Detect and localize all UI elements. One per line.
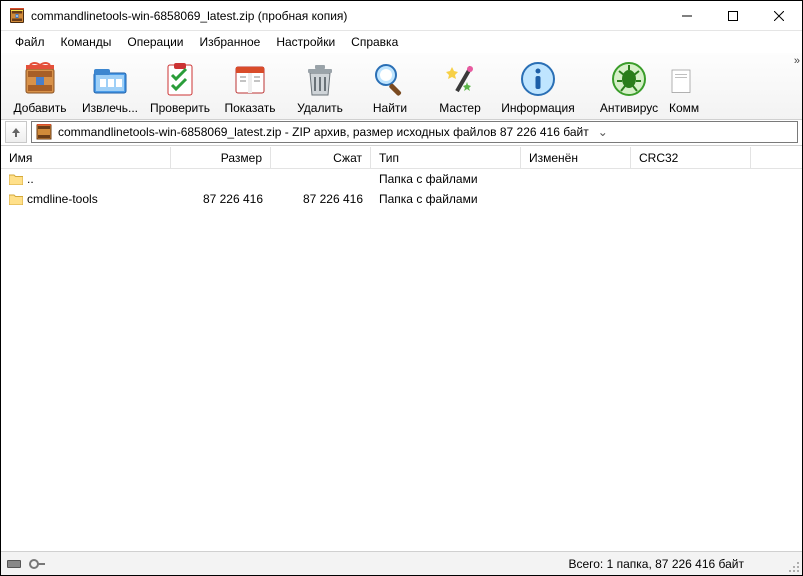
key-icon: [29, 558, 47, 570]
cell-type: Папка с файлами: [371, 192, 521, 206]
comment-icon: [669, 59, 699, 99]
view-icon: [230, 59, 270, 99]
folder-icon: [9, 173, 23, 185]
toolbar-extract-label: Извлечь...: [82, 101, 138, 115]
toolbar-add-label: Добавить: [13, 101, 66, 115]
toolbar-wizard-button[interactable]: Мастер: [425, 57, 495, 117]
app-icon: [9, 8, 25, 24]
address-dropdown-icon[interactable]: ⌄: [595, 125, 611, 139]
cell-size: 87 226 416: [171, 192, 271, 206]
status-bar: Всего: 1 папка, 87 226 416 байт: [1, 551, 802, 575]
menu-bar: Файл Команды Операции Избранное Настройк…: [1, 31, 802, 53]
toolbar: Добавить Извлечь... Проверить: [1, 53, 802, 120]
file-list: Имя Размер Сжат Тип Изменён CRC32 .. Пап…: [1, 146, 802, 551]
title-bar: commandlinetools-win-6858069_latest.zip …: [1, 1, 802, 31]
resize-grip-icon[interactable]: [784, 557, 802, 575]
antivirus-icon: [609, 59, 649, 99]
toolbar-comment-label: Комм: [669, 101, 699, 115]
toolbar-delete-button[interactable]: Удалить: [285, 57, 355, 117]
column-packed[interactable]: Сжат: [271, 147, 371, 168]
table-row[interactable]: cmdline-tools 87 226 416 87 226 416 Папк…: [1, 189, 802, 209]
file-name: cmdline-tools: [27, 192, 98, 206]
cell-packed: 87 226 416: [271, 192, 371, 206]
up-arrow-icon: [10, 126, 22, 138]
toolbar-find-button[interactable]: Найти: [355, 57, 425, 117]
minimize-button[interactable]: [664, 1, 710, 31]
menu-favorites[interactable]: Избранное: [192, 33, 269, 51]
toolbar-find-label: Найти: [373, 101, 407, 115]
menu-settings[interactable]: Настройки: [268, 33, 343, 51]
up-button[interactable]: [5, 121, 27, 143]
toolbar-info-label: Информация: [501, 101, 574, 115]
column-headers: Имя Размер Сжат Тип Изменён CRC32: [1, 147, 802, 169]
disk-icon: [7, 558, 25, 570]
column-name[interactable]: Имя: [1, 147, 171, 168]
folder-icon: [9, 193, 23, 205]
toolbar-info-button[interactable]: Информация: [495, 57, 581, 117]
extract-icon: [90, 59, 130, 99]
toolbar-wizard-label: Мастер: [439, 101, 481, 115]
close-button[interactable]: [756, 1, 802, 31]
column-size[interactable]: Размер: [171, 147, 271, 168]
status-text: Всего: 1 папка, 87 226 416 байт: [568, 557, 784, 571]
toolbar-test-button[interactable]: Проверить: [145, 57, 215, 117]
toolbar-comment-button[interactable]: Комм: [667, 57, 707, 117]
toolbar-extract-button[interactable]: Извлечь...: [75, 57, 145, 117]
menu-commands[interactable]: Команды: [53, 33, 120, 51]
address-row: commandlinetools-win-6858069_latest.zip …: [1, 120, 802, 146]
toolbar-antivirus-button[interactable]: Антивирус: [591, 57, 667, 117]
column-modified[interactable]: Изменён: [521, 147, 631, 168]
delete-icon: [300, 59, 340, 99]
window-title: commandlinetools-win-6858069_latest.zip …: [31, 9, 664, 23]
address-bar[interactable]: commandlinetools-win-6858069_latest.zip …: [31, 121, 798, 143]
cell-name: ..: [1, 172, 171, 186]
info-icon: [518, 59, 558, 99]
wizard-icon: [440, 59, 480, 99]
status-icons: [1, 558, 61, 570]
toolbar-overflow-icon[interactable]: »: [794, 55, 800, 67]
toolbar-view-button[interactable]: Показать: [215, 57, 285, 117]
menu-file[interactable]: Файл: [7, 33, 53, 51]
toolbar-view-label: Показать: [224, 101, 275, 115]
cell-name: cmdline-tools: [1, 192, 171, 206]
menu-operations[interactable]: Операции: [119, 33, 191, 51]
archive-file-icon: [36, 124, 52, 140]
file-name: ..: [27, 172, 34, 186]
archive-add-icon: [20, 59, 60, 99]
menu-help[interactable]: Справка: [343, 33, 406, 51]
toolbar-add-button[interactable]: Добавить: [5, 57, 75, 117]
toolbar-test-label: Проверить: [150, 101, 210, 115]
test-icon: [160, 59, 200, 99]
address-text: commandlinetools-win-6858069_latest.zip …: [58, 125, 589, 139]
table-row[interactable]: .. Папка с файлами: [1, 169, 802, 189]
column-type[interactable]: Тип: [371, 147, 521, 168]
column-crc[interactable]: CRC32: [631, 147, 751, 168]
toolbar-delete-label: Удалить: [297, 101, 343, 115]
maximize-button[interactable]: [710, 1, 756, 31]
find-icon: [370, 59, 410, 99]
file-rows: .. Папка с файлами cmdline-tools 87 226 …: [1, 169, 802, 551]
toolbar-antivirus-label: Антивирус: [600, 101, 658, 115]
cell-type: Папка с файлами: [371, 172, 521, 186]
